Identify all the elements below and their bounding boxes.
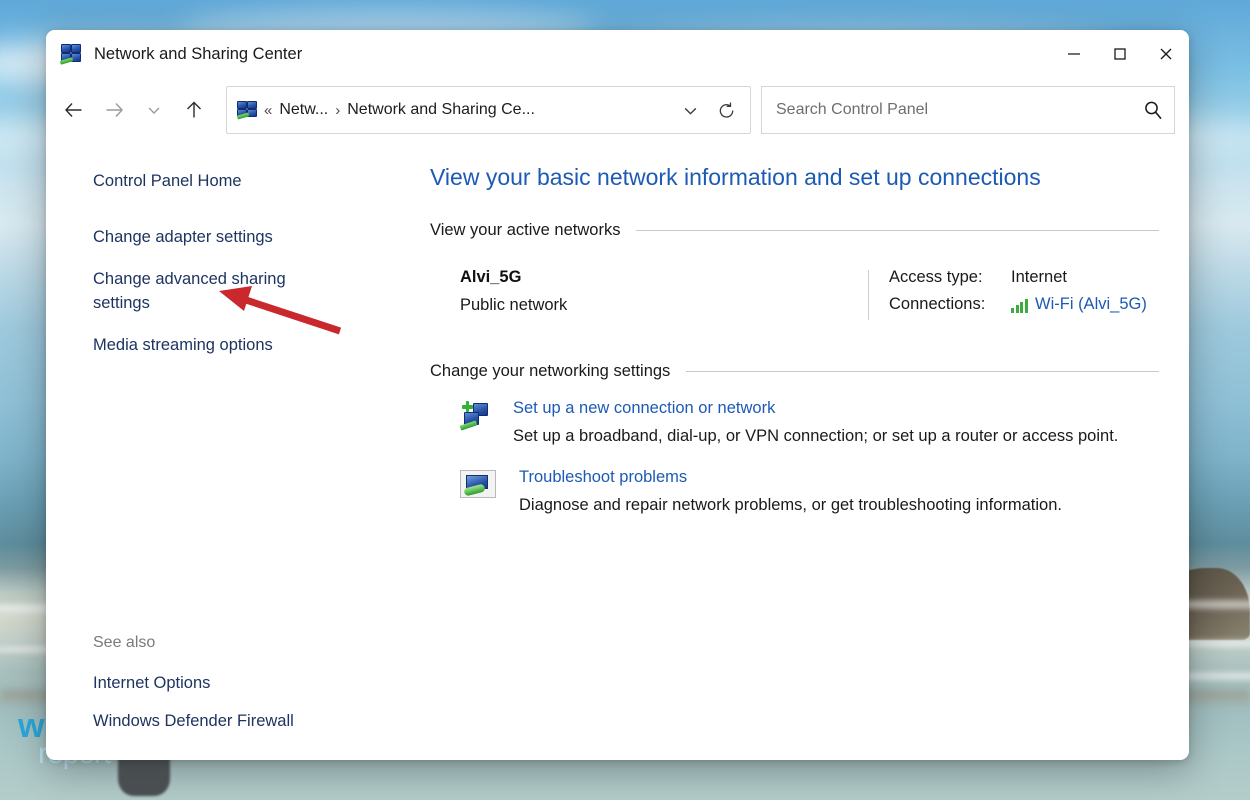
network-sharing-center-window: Network and Sharing Center bbox=[46, 30, 1189, 760]
connections-row: Connections: Wi-Fi (Alvi_5G) bbox=[889, 295, 1147, 314]
troubleshoot-network-icon bbox=[460, 470, 496, 498]
see-also-section: See also Internet Options Windows Defend… bbox=[93, 634, 388, 760]
close-button[interactable] bbox=[1143, 30, 1189, 78]
close-icon bbox=[1159, 47, 1173, 61]
change-settings-label: Change your networking settings bbox=[430, 362, 670, 381]
search-input[interactable] bbox=[774, 100, 1142, 120]
action-set-up-new-connection[interactable]: Set up a new connection or network Set u… bbox=[430, 399, 1159, 446]
sidebar-item-change-advanced-sharing-settings[interactable]: Change advanced sharing settings bbox=[93, 268, 308, 316]
sidebar: Control Panel Home Change adapter settin… bbox=[46, 142, 388, 760]
see-also-label: See also bbox=[93, 634, 388, 652]
recent-locations-button[interactable] bbox=[134, 90, 174, 130]
network-details: Access type: Internet Connections: Wi-Fi… bbox=[869, 268, 1147, 322]
sidebar-item-media-streaming-options[interactable]: Media streaming options bbox=[93, 334, 308, 358]
back-arrow-icon bbox=[63, 99, 85, 121]
network-identity: Alvi_5G Public network bbox=[430, 268, 868, 322]
sidebar-item-change-adapter-settings[interactable]: Change adapter settings bbox=[93, 226, 308, 250]
chevron-down-icon bbox=[682, 102, 699, 119]
access-type-row: Access type: Internet bbox=[889, 268, 1147, 287]
change-settings-section: Change your networking settings Set up a… bbox=[430, 362, 1159, 515]
see-also-item-internet-options[interactable]: Internet Options bbox=[93, 672, 308, 696]
search-box[interactable] bbox=[761, 86, 1175, 134]
up-button[interactable] bbox=[174, 90, 214, 130]
connection-link-wifi[interactable]: Wi-Fi (Alvi_5G) bbox=[1035, 295, 1147, 314]
content-pane: View your basic network information and … bbox=[388, 142, 1189, 760]
sidebar-spacer bbox=[93, 376, 388, 635]
breadcrumb-separator: › bbox=[335, 102, 340, 119]
wifi-signal-bars-icon bbox=[1011, 297, 1029, 313]
divider-rule bbox=[686, 371, 1159, 372]
forward-button[interactable] bbox=[94, 90, 134, 130]
refresh-icon bbox=[717, 101, 736, 120]
window-title: Network and Sharing Center bbox=[94, 45, 302, 64]
active-network-row: Alvi_5G Public network Access type: Inte… bbox=[430, 254, 1159, 328]
chevron-down-icon bbox=[146, 102, 162, 118]
breadcrumb-overflow[interactable]: « bbox=[264, 102, 272, 119]
minimize-button[interactable] bbox=[1051, 30, 1097, 78]
divider-rule bbox=[636, 230, 1159, 231]
breadcrumb-network-icon bbox=[237, 101, 257, 119]
action-text-block: Troubleshoot problems Diagnose and repai… bbox=[519, 468, 1062, 515]
link-set-up-new-connection[interactable]: Set up a new connection or network bbox=[513, 399, 775, 418]
breadcrumb-item-network[interactable]: Netw... bbox=[279, 101, 328, 119]
change-settings-header: Change your networking settings bbox=[430, 362, 1159, 381]
window-titlebar[interactable]: Network and Sharing Center bbox=[46, 30, 1189, 78]
minimize-icon bbox=[1067, 47, 1081, 61]
see-also-item-windows-defender-firewall[interactable]: Windows Defender Firewall bbox=[93, 710, 353, 734]
search-icon[interactable] bbox=[1142, 99, 1164, 121]
address-dropdown-button[interactable] bbox=[672, 90, 708, 130]
desc-set-up-new-connection: Set up a broadband, dial-up, or VPN conn… bbox=[513, 427, 1118, 446]
action-text-block: Set up a new connection or network Set u… bbox=[513, 399, 1118, 446]
action-troubleshoot-problems[interactable]: Troubleshoot problems Diagnose and repai… bbox=[430, 468, 1159, 515]
window-controls bbox=[1051, 30, 1189, 78]
maximize-button[interactable] bbox=[1097, 30, 1143, 78]
back-button[interactable] bbox=[54, 90, 94, 130]
breadcrumb-item-current[interactable]: Network and Sharing Ce... bbox=[347, 101, 535, 119]
network-computers-icon bbox=[60, 44, 82, 64]
active-networks-label: View your active networks bbox=[430, 221, 620, 240]
window-body: Control Panel Home Change adapter settin… bbox=[46, 142, 1189, 760]
active-networks-header: View your active networks bbox=[430, 221, 1159, 240]
access-type-label: Access type: bbox=[889, 268, 1011, 287]
navigation-bar: « Netw... › Network and Sharing Ce... bbox=[46, 78, 1189, 142]
desc-troubleshoot-problems: Diagnose and repair network problems, or… bbox=[519, 496, 1062, 515]
add-network-connection-icon bbox=[460, 401, 496, 435]
refresh-button[interactable] bbox=[708, 90, 744, 130]
network-profile-type: Public network bbox=[460, 296, 868, 315]
maximize-icon bbox=[1113, 47, 1127, 61]
sidebar-item-control-panel-home[interactable]: Control Panel Home bbox=[93, 170, 308, 194]
address-bar[interactable]: « Netw... › Network and Sharing Ce... bbox=[226, 86, 751, 134]
access-type-value: Internet bbox=[1011, 268, 1067, 287]
page-title: View your basic network information and … bbox=[430, 164, 1159, 191]
forward-arrow-icon bbox=[103, 99, 125, 121]
link-troubleshoot-problems[interactable]: Troubleshoot problems bbox=[519, 468, 687, 487]
up-arrow-icon bbox=[183, 99, 205, 121]
network-name: Alvi_5G bbox=[460, 268, 868, 287]
connections-label: Connections: bbox=[889, 295, 1011, 314]
